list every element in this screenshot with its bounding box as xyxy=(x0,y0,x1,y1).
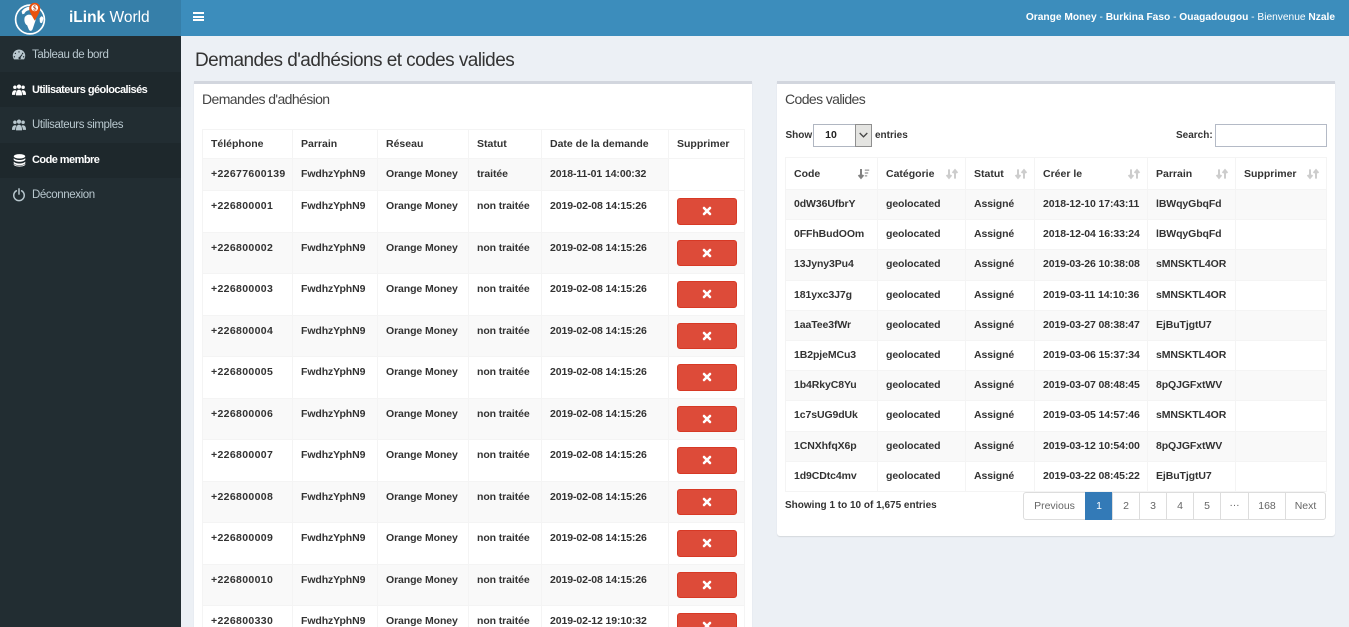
svg-text:$: $ xyxy=(33,5,37,13)
